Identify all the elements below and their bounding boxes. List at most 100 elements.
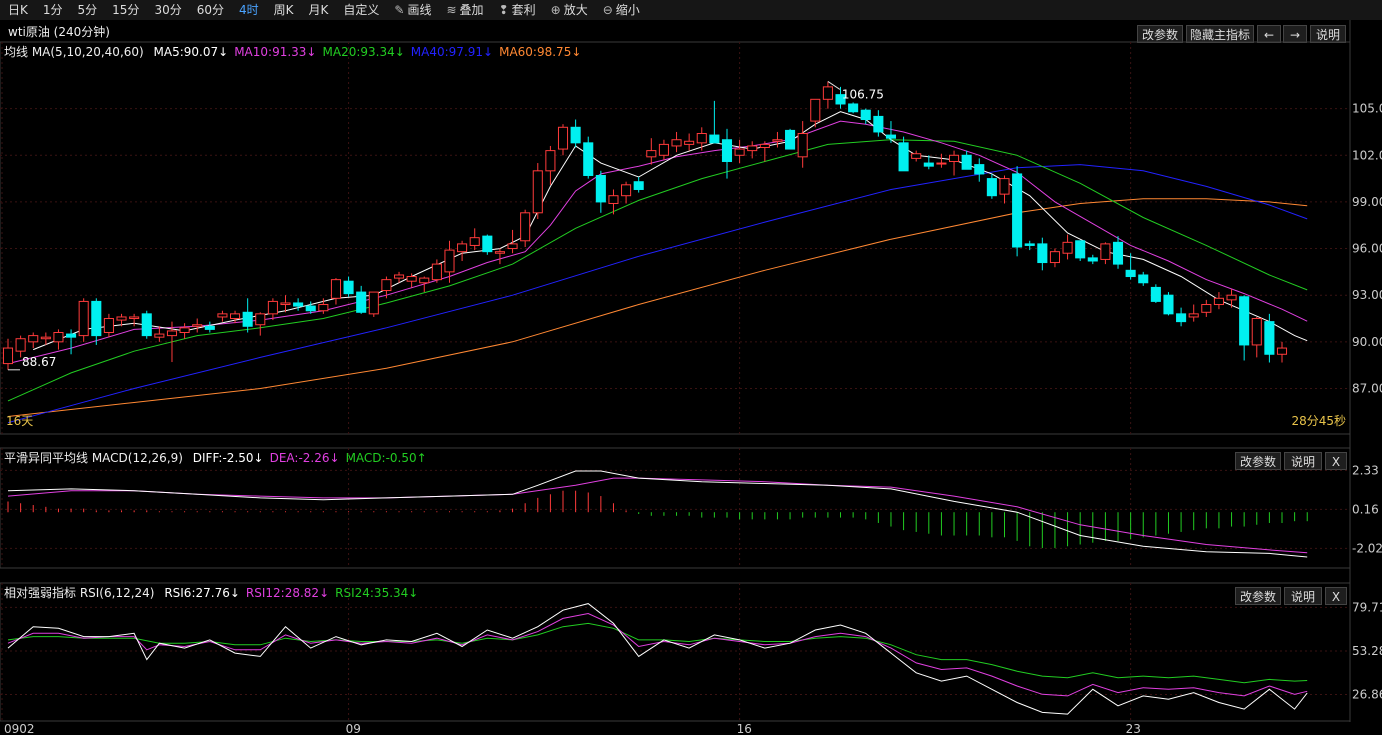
price-tick-label: 102.00 bbox=[1352, 148, 1382, 162]
rsi-panel-frame bbox=[0, 582, 1351, 722]
candle-body bbox=[734, 148, 745, 156]
price-tick-label: 96.00 bbox=[1352, 242, 1382, 256]
candle-body bbox=[154, 333, 165, 338]
candle-body bbox=[1251, 318, 1262, 346]
countdown-label: 28分45秒 bbox=[1291, 414, 1346, 428]
candle-body bbox=[608, 195, 619, 204]
candle-body bbox=[1201, 304, 1212, 313]
candle-body bbox=[469, 237, 480, 246]
candle-body bbox=[15, 338, 26, 352]
candle-body bbox=[1062, 241, 1073, 254]
candle-body bbox=[557, 126, 569, 150]
candle-body bbox=[1163, 294, 1174, 315]
candle-body bbox=[759, 143, 770, 149]
days-label: 16天 bbox=[6, 414, 33, 428]
candle-body bbox=[936, 162, 947, 165]
candle-body bbox=[898, 142, 909, 172]
rsi-tick-label: 79.71 bbox=[1352, 600, 1382, 614]
price-tick-label: 90.00 bbox=[1352, 335, 1382, 349]
candle-body bbox=[520, 212, 531, 242]
candle-body bbox=[1138, 274, 1149, 284]
candle-body bbox=[507, 243, 518, 250]
rsi12-line bbox=[7, 612, 1308, 697]
candle-body bbox=[78, 300, 89, 337]
candle-body bbox=[293, 302, 304, 307]
candle-body bbox=[103, 318, 114, 334]
candle-body bbox=[1176, 313, 1187, 323]
candle-body bbox=[696, 133, 707, 144]
candle-body bbox=[1213, 297, 1224, 306]
candle-body bbox=[1100, 243, 1111, 260]
candle-body bbox=[116, 316, 127, 321]
candle-body bbox=[848, 103, 859, 113]
candle-body bbox=[1276, 347, 1288, 355]
candle-body bbox=[255, 313, 266, 326]
macd-panel-frame bbox=[0, 447, 1351, 569]
candle-body bbox=[419, 277, 430, 284]
candle-body bbox=[482, 235, 493, 253]
price-tick-label: 105.00 bbox=[1352, 102, 1382, 116]
candle-body bbox=[1125, 269, 1136, 278]
candle-body bbox=[444, 249, 455, 273]
candle-body bbox=[999, 178, 1010, 195]
candle-body bbox=[1075, 240, 1086, 259]
candle-body bbox=[2, 347, 14, 365]
candle-body bbox=[621, 184, 632, 197]
candle-body bbox=[822, 86, 833, 100]
candle-body bbox=[330, 279, 342, 299]
candle-body bbox=[318, 304, 329, 312]
candle-body bbox=[709, 134, 720, 144]
candle-body bbox=[595, 174, 606, 203]
candle-body bbox=[1150, 286, 1161, 302]
time-tick-label: 09 bbox=[346, 722, 361, 735]
time-tick-label: 0902 bbox=[4, 722, 35, 735]
candle-body bbox=[66, 333, 77, 338]
candle-body bbox=[192, 324, 203, 327]
main-panel-frame bbox=[0, 41, 1351, 435]
candle-body bbox=[747, 145, 758, 152]
candle-body bbox=[280, 302, 291, 306]
candle-body bbox=[923, 162, 934, 167]
candle-body bbox=[810, 98, 821, 122]
candle-body bbox=[860, 109, 871, 121]
candle-body bbox=[204, 325, 215, 330]
candle-body bbox=[633, 181, 644, 190]
candle-body bbox=[166, 330, 178, 337]
time-tick-label: 23 bbox=[1126, 722, 1141, 735]
candle-body bbox=[40, 336, 51, 340]
candle-body bbox=[406, 276, 417, 282]
candle-body bbox=[545, 150, 556, 172]
low-marker-label: 88.67 bbox=[22, 355, 56, 369]
price-chart[interactable]: 105.00 102.00 99.00 96.00 93.00 90.00 87.00 2.3… bbox=[0, 0, 1382, 735]
candle-body bbox=[381, 279, 392, 292]
candle-body bbox=[570, 126, 581, 144]
candle-body bbox=[961, 154, 972, 170]
candle-body bbox=[356, 291, 367, 313]
candle-body bbox=[217, 313, 228, 318]
macd-tick-label: -2.02 bbox=[1352, 541, 1382, 555]
rsi-tick-label: 53.28 bbox=[1352, 644, 1382, 658]
candle-body bbox=[1024, 243, 1035, 246]
candle-body bbox=[1037, 243, 1048, 264]
rsi6-line bbox=[7, 603, 1308, 715]
candle-body bbox=[986, 178, 997, 197]
candle-body bbox=[1112, 241, 1124, 265]
ma60-line bbox=[7, 198, 1308, 417]
candle-body bbox=[494, 251, 505, 254]
candle-body bbox=[583, 142, 594, 176]
candle-body bbox=[658, 143, 669, 156]
candle-body bbox=[1188, 313, 1199, 318]
candle-body bbox=[267, 300, 278, 315]
candle-body bbox=[230, 313, 241, 320]
candle-body bbox=[457, 243, 468, 253]
candle-body bbox=[141, 313, 152, 337]
candle-body bbox=[1264, 321, 1275, 355]
candle-body bbox=[646, 150, 657, 158]
time-tick-label: 16 bbox=[737, 722, 752, 735]
candle-body bbox=[343, 280, 354, 295]
candle-body bbox=[532, 170, 543, 214]
macd-tick-label: 2.33 bbox=[1352, 463, 1379, 477]
candle-body bbox=[772, 139, 783, 142]
price-tick-label: 99.00 bbox=[1352, 195, 1382, 209]
candle-body bbox=[242, 311, 253, 327]
